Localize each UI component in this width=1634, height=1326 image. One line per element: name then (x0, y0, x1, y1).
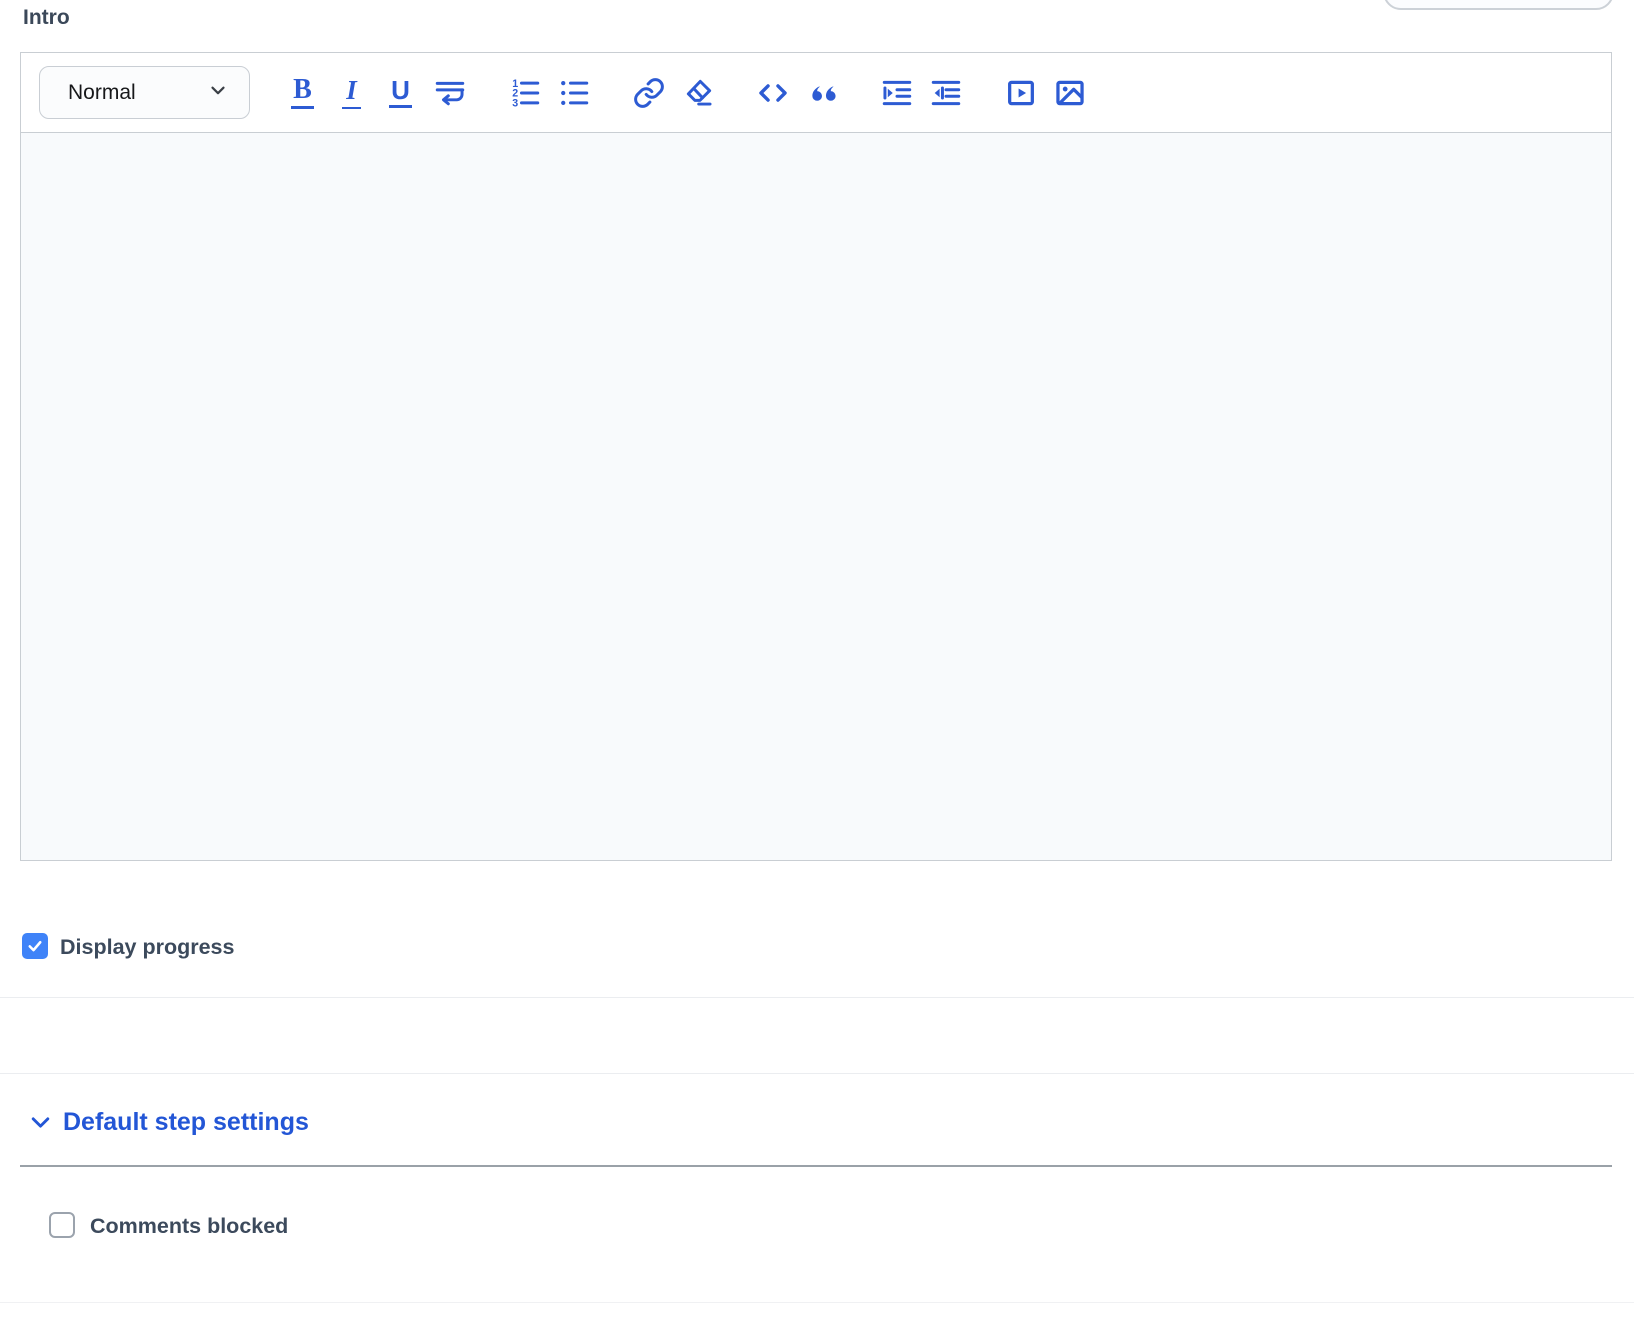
block-quote-button[interactable] (797, 68, 846, 117)
editor-toolbar: Normal B I U (21, 53, 1611, 133)
eraser-icon (681, 76, 715, 110)
toolbar-group-link (624, 68, 722, 117)
indent-icon (880, 76, 914, 110)
default-step-settings-title: Default step settings (63, 1108, 309, 1137)
bold-icon: B (291, 76, 314, 109)
wrap-text-icon (433, 76, 467, 110)
insert-media-button[interactable] (996, 68, 1045, 117)
divider (0, 997, 1634, 998)
bulleted-list-icon (557, 76, 591, 110)
block-quote-icon (805, 76, 839, 110)
remove-format-button[interactable] (673, 68, 722, 117)
rich-text-editor: Normal B I U (20, 52, 1612, 861)
link-button[interactable] (624, 68, 673, 117)
page: Intro Normal B I U (0, 0, 1634, 1326)
code-button[interactable] (748, 68, 797, 117)
comments-blocked-checkbox[interactable] (49, 1212, 75, 1238)
toolbar-group-indent (872, 68, 970, 117)
toolbar-group-lists: 1 2 3 (500, 68, 598, 117)
underline-button[interactable]: U (376, 68, 425, 117)
toolbar-group-text-format: B I U (278, 68, 474, 117)
divider (0, 1302, 1634, 1303)
section-divider (20, 1165, 1612, 1167)
comments-blocked-label[interactable]: Comments blocked (90, 1214, 288, 1239)
numbered-list-icon: 1 2 3 (508, 76, 542, 110)
media-embed-icon (1004, 76, 1038, 110)
outdent-icon (929, 76, 963, 110)
toolbar-group-code-quote (748, 68, 846, 117)
display-progress-checkbox[interactable] (22, 933, 48, 959)
paragraph-style-dropdown[interactable]: Normal (39, 66, 250, 119)
intro-field-label: Intro (23, 6, 70, 30)
indent-button[interactable] (872, 68, 921, 117)
outdent-button[interactable] (921, 68, 970, 117)
paragraph-style-value: Normal (68, 81, 136, 105)
toolbar-group-media (996, 68, 1094, 117)
divider (0, 1073, 1634, 1074)
italic-icon: I (342, 77, 361, 109)
wrap-text-button[interactable] (425, 68, 474, 117)
underline-icon: U (389, 77, 412, 108)
chevron-down-icon (28, 1110, 53, 1135)
editor-content[interactable] (21, 133, 1611, 860)
image-icon (1053, 76, 1087, 110)
svg-text:3: 3 (512, 97, 518, 109)
bulleted-list-button[interactable] (549, 68, 598, 117)
check-icon (26, 937, 44, 955)
bold-button[interactable]: B (278, 68, 327, 117)
numbered-list-button[interactable]: 1 2 3 (500, 68, 549, 117)
link-icon (632, 76, 666, 110)
code-icon (756, 76, 790, 110)
default-step-settings-toggle[interactable]: Default step settings (28, 1108, 309, 1137)
italic-button[interactable]: I (327, 68, 376, 117)
display-progress-label[interactable]: Display progress (60, 935, 234, 960)
partial-top-button[interactable] (1383, 0, 1614, 10)
insert-image-button[interactable] (1045, 68, 1094, 117)
chevron-down-icon (207, 79, 229, 106)
